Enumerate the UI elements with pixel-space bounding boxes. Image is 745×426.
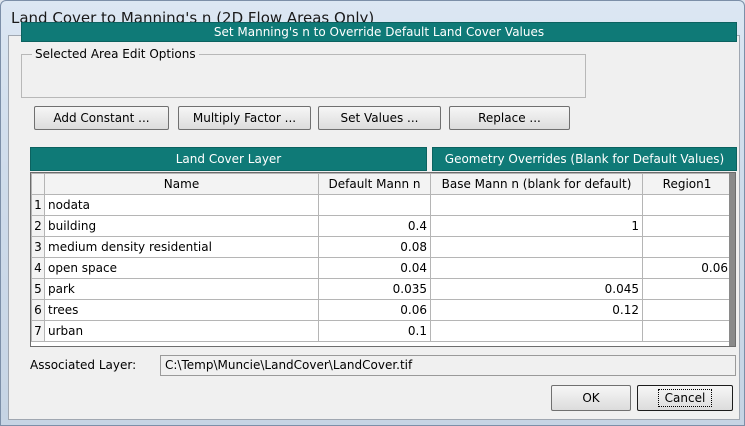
cell-region1[interactable] <box>642 194 732 216</box>
cell-base-mann-n[interactable]: 0.045 <box>430 278 643 300</box>
cell-name[interactable]: urban <box>44 320 319 342</box>
column-header-name[interactable]: Name <box>44 173 319 195</box>
cell-name[interactable]: trees <box>44 299 319 321</box>
cell-default-mann-n[interactable]: 0.1 <box>318 320 431 342</box>
manning-n-grid: Name Default Mann n Base Mann n (blank f… <box>31 173 732 342</box>
edit-options-legend: Selected Area Edit Options <box>35 47 196 61</box>
row-number[interactable]: 4 <box>31 257 45 279</box>
replace-button[interactable]: Replace ... <box>449 106 570 130</box>
cell-region1[interactable] <box>642 236 732 258</box>
cell-region1[interactable] <box>642 278 732 300</box>
cell-base-mann-n[interactable]: 1 <box>430 215 643 237</box>
table-row: 4 open space 0.04 0.06 <box>31 257 732 279</box>
cell-name[interactable]: open space <box>44 257 319 279</box>
override-banner: Set Manning's n to Override Default Land… <box>21 22 737 42</box>
cell-base-mann-n[interactable]: 0.12 <box>430 299 643 321</box>
cell-default-mann-n[interactable]: 0.4 <box>318 215 431 237</box>
table-vertical-scrollbar[interactable] <box>729 173 735 346</box>
column-header-region1[interactable]: Region1 <box>642 173 732 195</box>
row-number[interactable]: 7 <box>31 320 45 342</box>
row-number[interactable]: 5 <box>31 278 45 300</box>
cell-base-mann-n[interactable] <box>430 257 643 279</box>
cell-name[interactable]: nodata <box>44 194 319 216</box>
table-row: 3 medium density residential 0.08 <box>31 236 732 258</box>
cell-base-mann-n[interactable] <box>430 320 643 342</box>
table-row: 7 urban 0.1 <box>31 320 732 342</box>
cell-default-mann-n[interactable]: 0.04 <box>318 257 431 279</box>
row-number[interactable]: 6 <box>31 299 45 321</box>
multiply-factor-button[interactable]: Multiply Factor ... <box>178 106 311 130</box>
table-row: 6 trees 0.06 0.12 <box>31 299 732 321</box>
cell-default-mann-n[interactable] <box>318 194 431 216</box>
cell-base-mann-n[interactable] <box>430 236 643 258</box>
cell-name[interactable]: park <box>44 278 319 300</box>
cell-name[interactable]: building <box>44 215 319 237</box>
ok-button[interactable]: OK <box>551 385 631 411</box>
add-constant-button[interactable]: Add Constant ... <box>34 106 169 130</box>
selected-area-edit-options-group: Selected Area Edit Options <box>21 48 586 98</box>
geometry-overrides-header: Geometry Overrides (Blank for Default Va… <box>432 147 737 171</box>
cell-default-mann-n[interactable]: 0.06 <box>318 299 431 321</box>
cancel-button-label: Cancel <box>657 389 713 407</box>
cell-region1[interactable]: 0.06 <box>642 257 732 279</box>
cell-default-mann-n[interactable]: 0.035 <box>318 278 431 300</box>
associated-layer-label: Associated Layer: <box>30 358 137 372</box>
cell-name[interactable]: medium density residential <box>44 236 319 258</box>
row-number[interactable]: 3 <box>31 236 45 258</box>
table-header-row: Name Default Mann n Base Mann n (blank f… <box>31 173 732 195</box>
table-row: 5 park 0.035 0.045 <box>31 278 732 300</box>
manning-n-table[interactable]: Name Default Mann n Base Mann n (blank f… <box>30 172 736 347</box>
column-header-default-mann-n[interactable]: Default Mann n <box>318 173 431 195</box>
set-values-button[interactable]: Set Values ... <box>318 106 441 130</box>
cancel-button[interactable]: Cancel <box>637 385 733 411</box>
table-row: 1 nodata <box>31 194 732 216</box>
cell-region1[interactable] <box>642 215 732 237</box>
cell-region1[interactable] <box>642 320 732 342</box>
column-header-base-mann-n[interactable]: Base Mann n (blank for default) <box>430 173 643 195</box>
cell-base-mann-n[interactable] <box>430 194 643 216</box>
cell-region1[interactable] <box>642 299 732 321</box>
land-cover-layer-header: Land Cover Layer <box>30 147 427 171</box>
associated-layer-path-field[interactable]: C:\Temp\Muncie\LandCover\LandCover.tif <box>160 355 736 376</box>
table-corner-cell[interactable] <box>31 173 45 195</box>
cell-default-mann-n[interactable]: 0.08 <box>318 236 431 258</box>
table-row: 2 building 0.4 1 <box>31 215 732 237</box>
row-number[interactable]: 2 <box>31 215 45 237</box>
row-number[interactable]: 1 <box>31 194 45 216</box>
